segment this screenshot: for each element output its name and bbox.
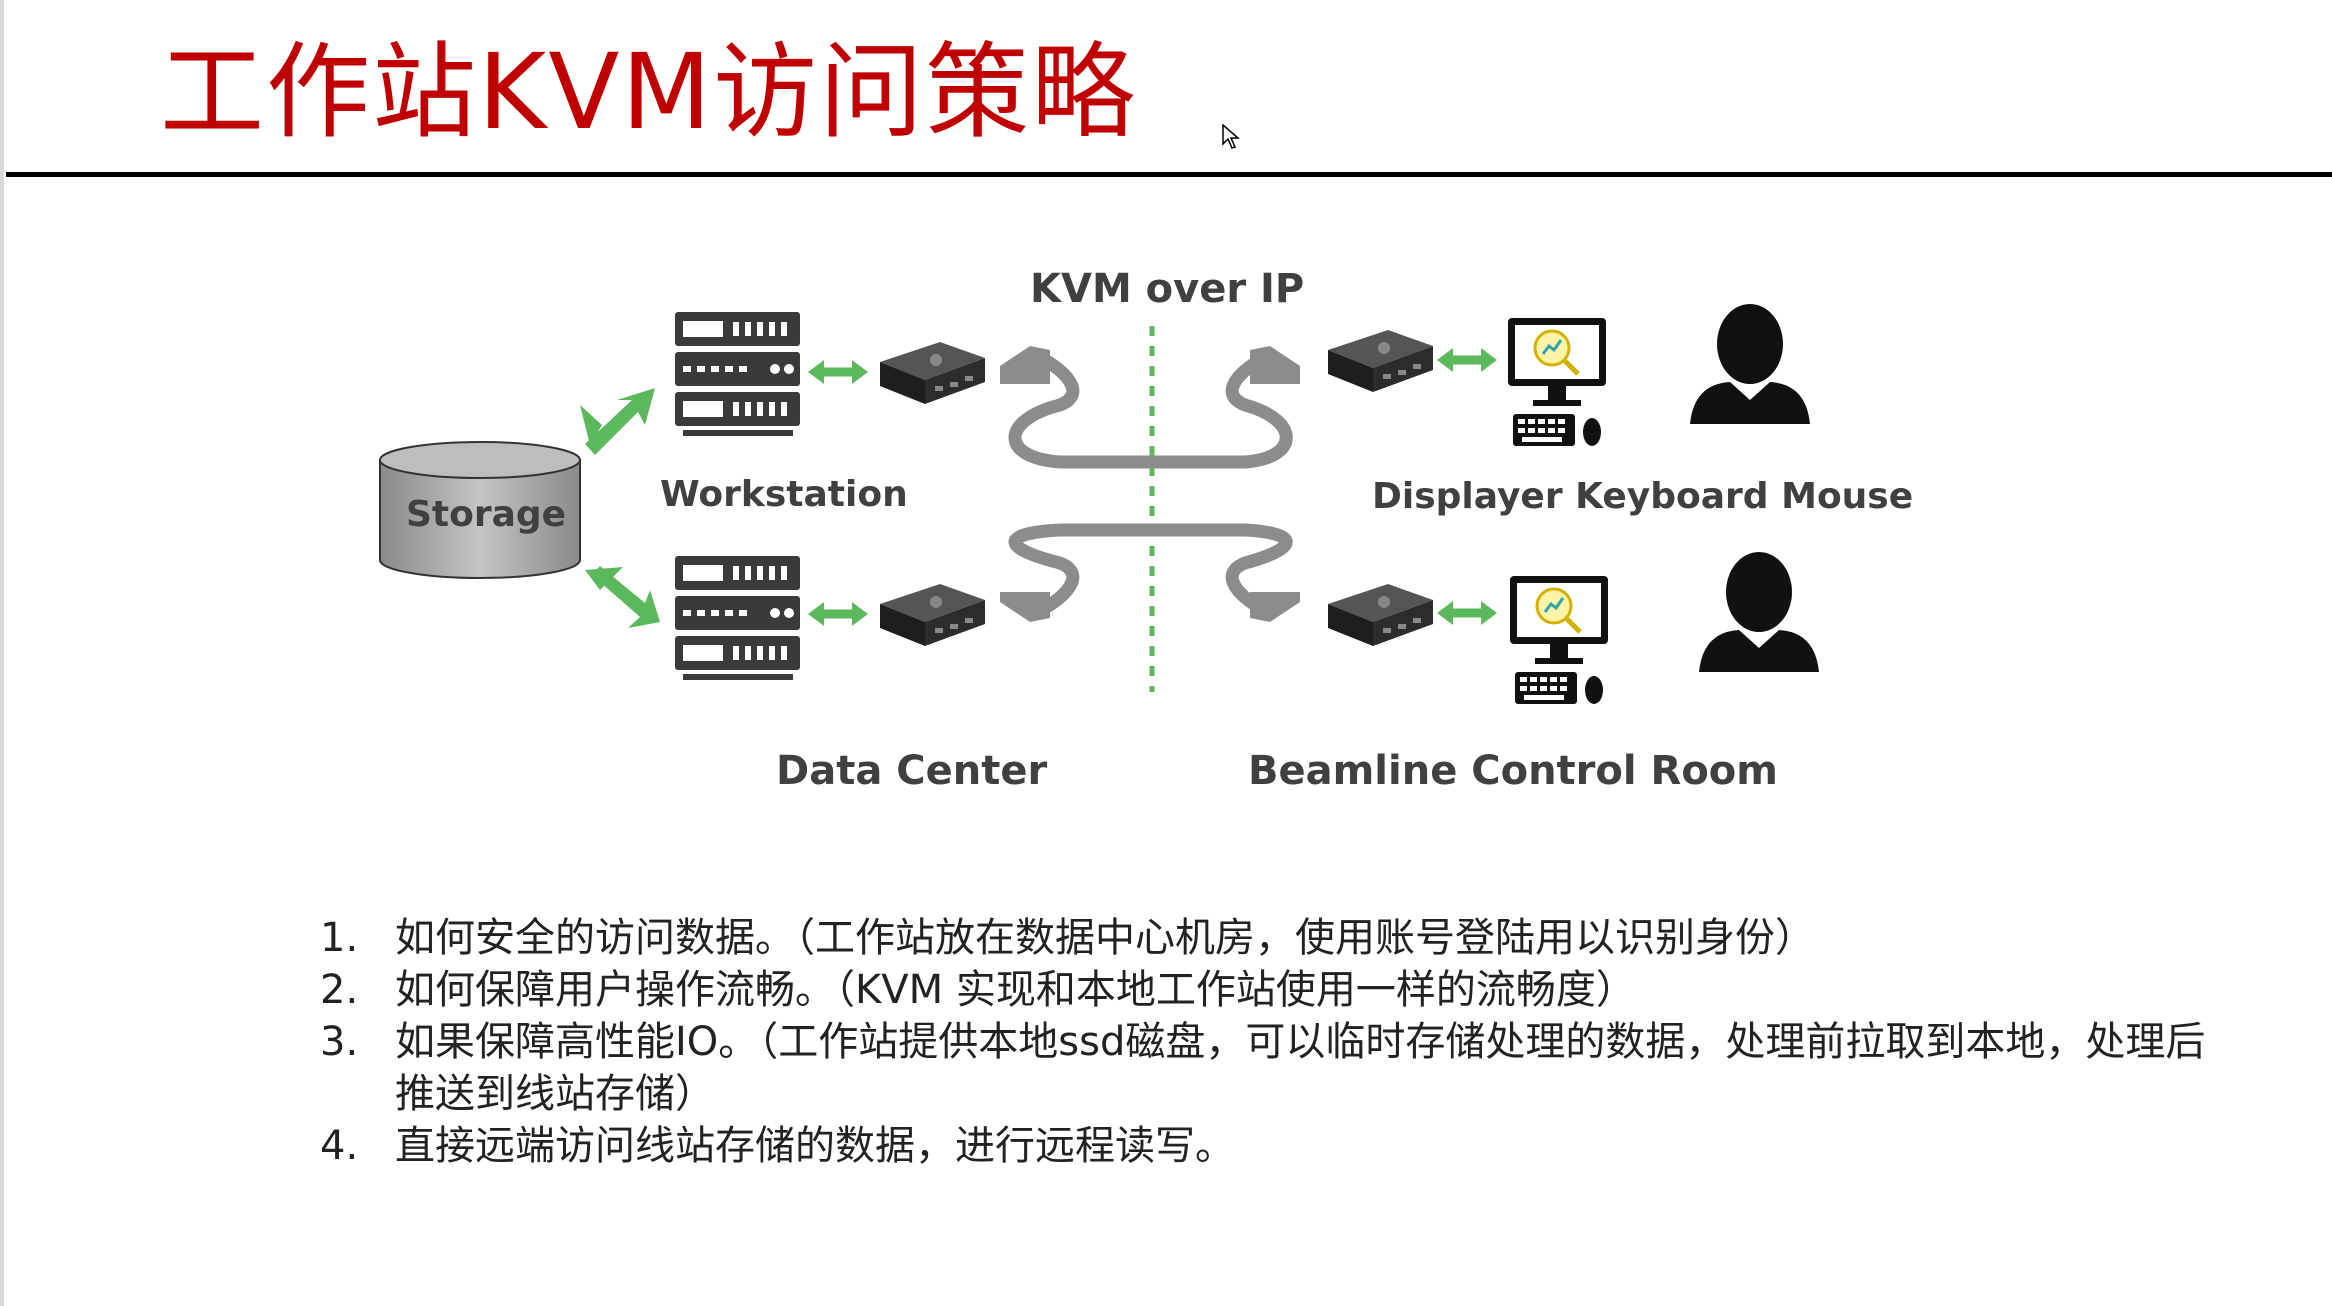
note-text: 如何安全的访问数据。（工作站放在数据中心机房，使用账号登陆用以识别身份） bbox=[395, 915, 1815, 961]
displayer-keyboard-mouse-label: Displayer Keyboard Mouse bbox=[1372, 476, 1914, 517]
kvm-receiver-icon bbox=[1328, 330, 1433, 392]
desktop-computer-icon bbox=[1508, 318, 1606, 446]
workstation-server-icon bbox=[675, 312, 800, 436]
kvm-receiver-icon bbox=[1328, 584, 1433, 646]
note-text: 直接远端访问线站存储的数据，进行远程读写。 bbox=[395, 1123, 1235, 1169]
note-item: 1. 如何安全的访问数据。（工作站放在数据中心机房，使用账号登陆用以识别身份） bbox=[320, 912, 2220, 964]
user-icon bbox=[1690, 304, 1810, 424]
storage-link-arrow-bottom bbox=[585, 566, 660, 628]
note-number: 4. bbox=[320, 1123, 359, 1169]
note-text: 如何保障用户操作流畅。（KVM 实现和本地工作站使用一样的流畅度） bbox=[395, 967, 1636, 1013]
beamline-kvm-arrow-bottom bbox=[1437, 601, 1497, 625]
note-item: 2. 如何保障用户操作流畅。（KVM 实现和本地工作站使用一样的流畅度） bbox=[320, 964, 2220, 1016]
note-number: 2. bbox=[320, 967, 359, 1013]
notes-list: 1. 如何安全的访问数据。（工作站放在数据中心机房，使用账号登陆用以识别身份） 2… bbox=[320, 912, 2220, 1172]
datacenter-kvm-arrow bbox=[808, 602, 868, 626]
kvm-over-ip-label: KVM over IP bbox=[1030, 266, 1305, 312]
storage-link-arrow-top bbox=[580, 388, 655, 455]
mouse-cursor-icon bbox=[1222, 124, 1240, 149]
workstation-kvm-arrow bbox=[808, 360, 868, 384]
user-icon bbox=[1699, 552, 1819, 672]
note-item: 3. 如果保障高性能IO。（工作站提供本地ssd磁盘，可以临时存储处理的数据，处理… bbox=[320, 1016, 2220, 1120]
note-text: 如果保障高性能IO。（工作站提供本地ssd磁盘，可以临时存储处理的数据，处理前拉… bbox=[395, 1019, 2206, 1117]
storage-label: Storage bbox=[406, 494, 567, 535]
note-number: 1. bbox=[320, 915, 359, 961]
data-center-label: Data Center bbox=[776, 748, 1048, 794]
kvm-extender-icon bbox=[880, 584, 985, 646]
note-number: 3. bbox=[320, 1019, 359, 1065]
kvm-extender-icon bbox=[880, 342, 985, 404]
note-item: 4. 直接远端访问线站存储的数据，进行远程读写。 bbox=[320, 1120, 2220, 1172]
workstation-label: Workstation bbox=[660, 474, 908, 515]
desktop-computer-icon bbox=[1510, 576, 1608, 704]
beamline-kvm-arrow-top bbox=[1437, 348, 1497, 372]
datacenter-server-icon bbox=[675, 556, 800, 680]
beamline-control-room-label: Beamline Control Room bbox=[1248, 748, 1778, 794]
